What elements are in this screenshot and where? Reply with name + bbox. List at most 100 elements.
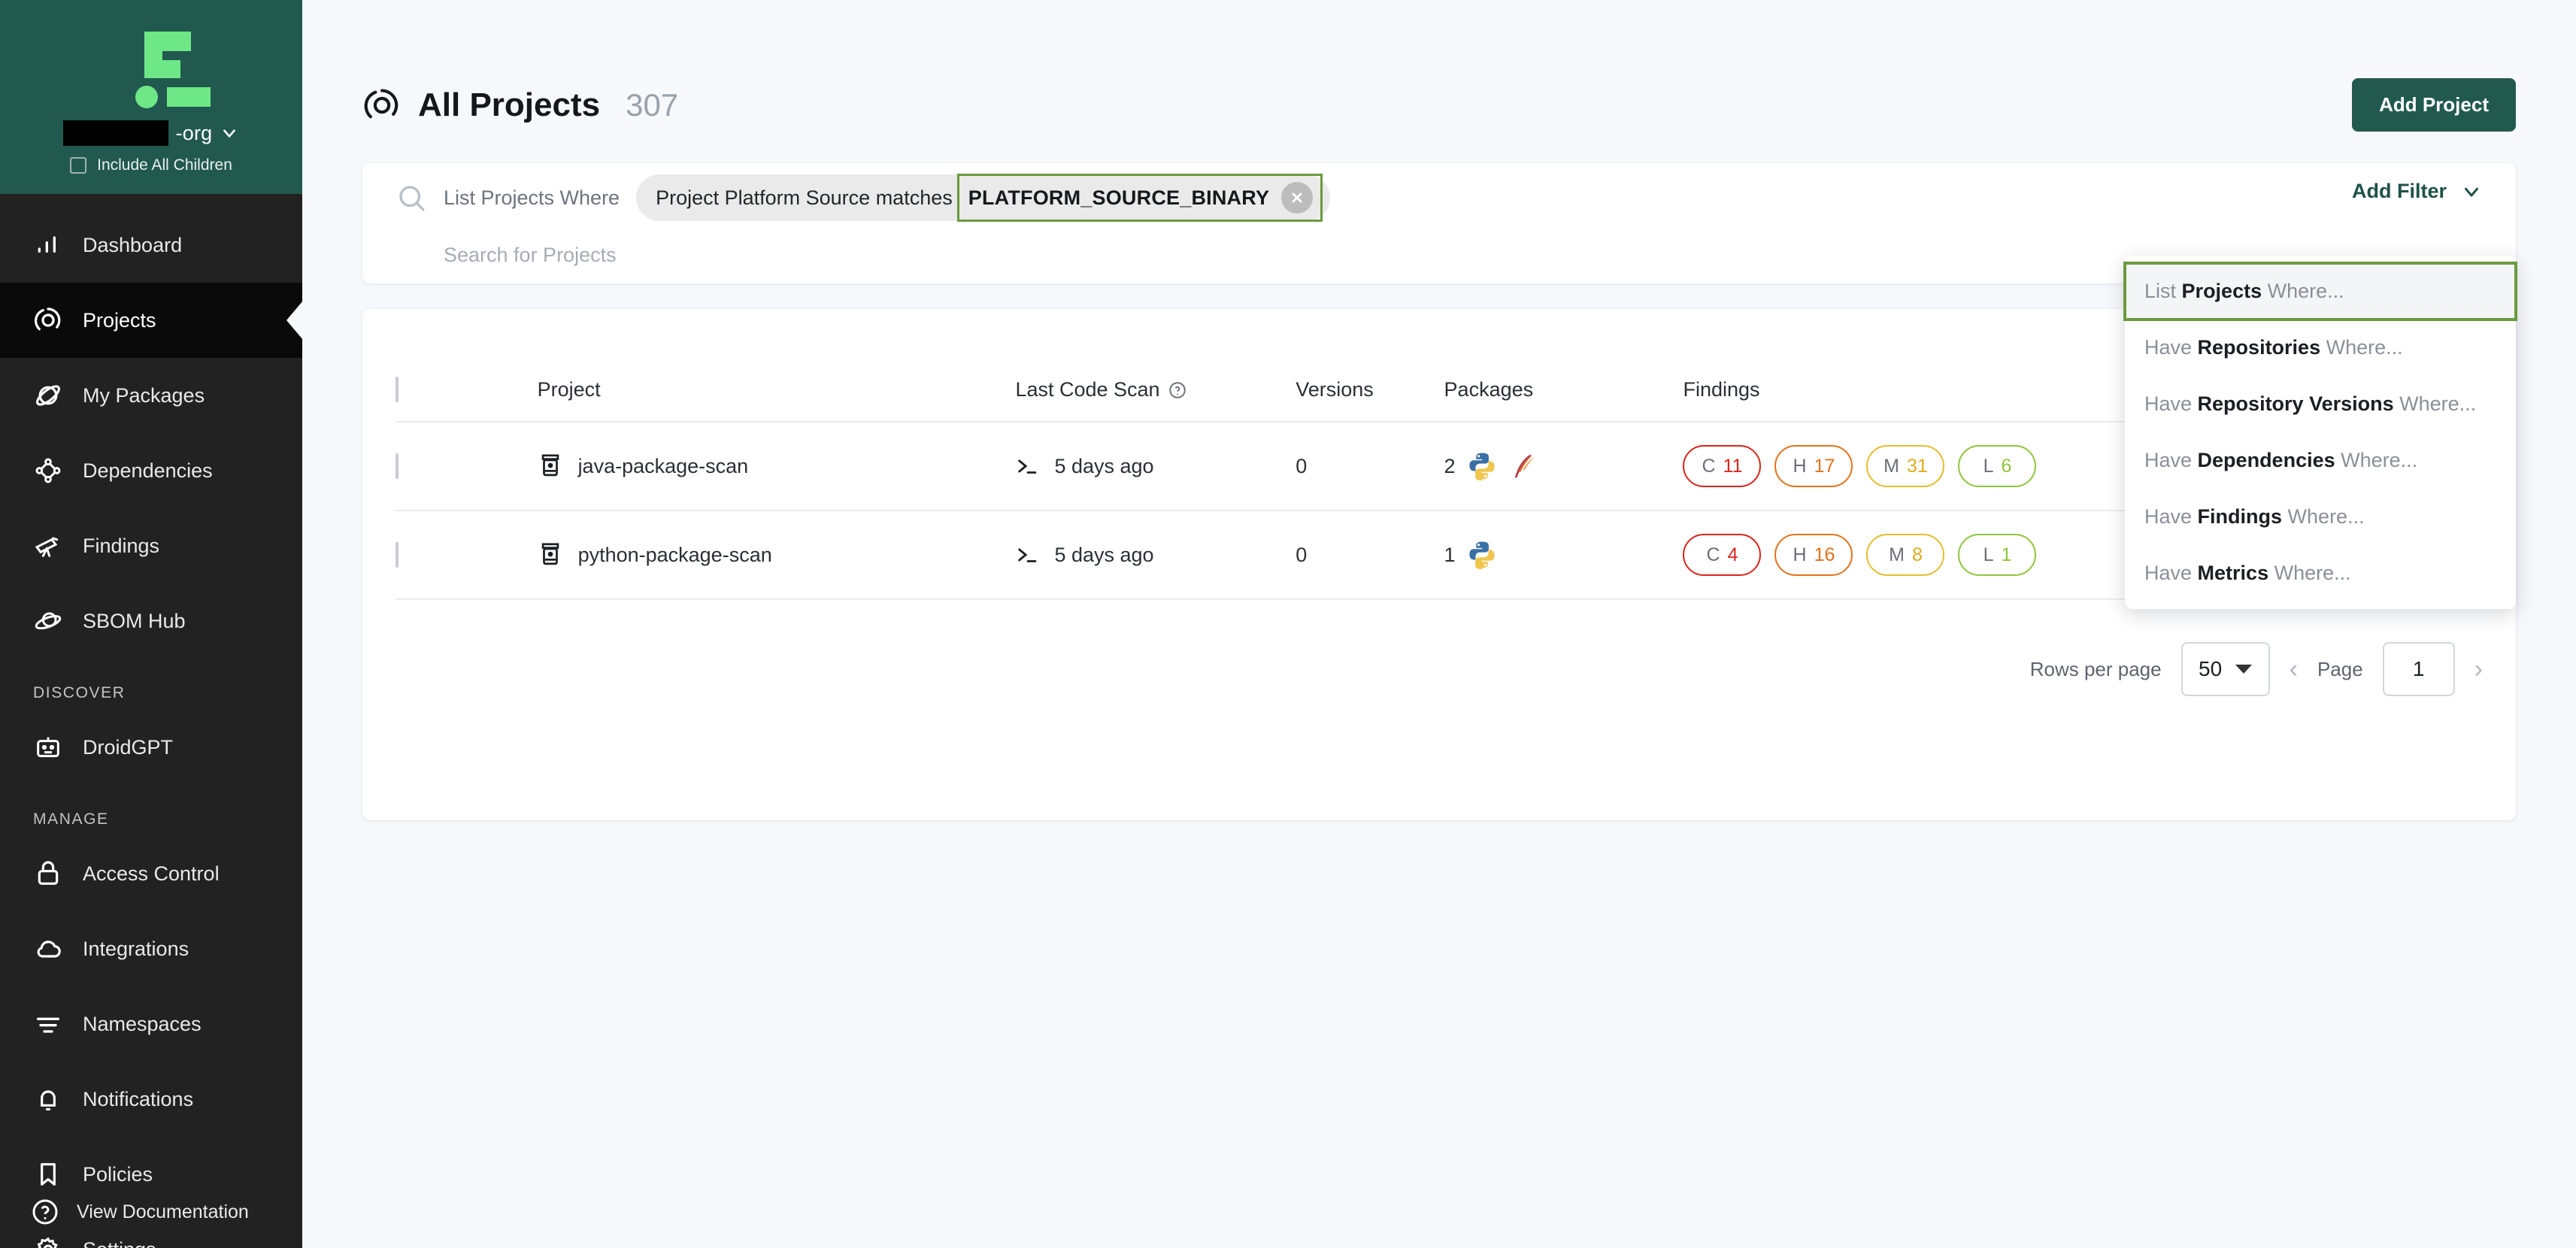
- help-circle-icon[interactable]: [1168, 380, 1187, 400]
- column-header-findings: Findings: [1683, 309, 2162, 423]
- sidebar-item-label: SBOM Hub: [83, 609, 186, 632]
- filter-chip-value-highlight[interactable]: PLATFORM_SOURCE_BINARY: [956, 174, 1323, 222]
- rows-per-page-select[interactable]: 50: [2181, 642, 2270, 696]
- include-all-children-label: Include All Children: [97, 156, 232, 174]
- bar-chart-icon: [33, 230, 63, 260]
- row-status-cell: [466, 422, 538, 511]
- severity-badge-low[interactable]: L1: [1958, 534, 2037, 576]
- filter-chip[interactable]: Project Platform Source matches PLATFORM…: [636, 174, 1331, 222]
- filter-prefix-label: List Projects Where: [444, 186, 620, 209]
- sidebar-item-label: Dependencies: [83, 459, 213, 482]
- next-page-button[interactable]: ›: [2474, 656, 2483, 682]
- sidebar-item-findings[interactable]: Findings: [0, 508, 302, 583]
- sidebar-item-label: DroidGPT: [83, 735, 174, 759]
- project-name-link[interactable]: java-package-scan: [578, 455, 749, 478]
- sidebar-item-dashboard[interactable]: Dashboard: [0, 207, 302, 283]
- add-filter-dropdown: List Projects Where... Have Repositories…: [2123, 256, 2517, 609]
- spiral-projects-icon: [33, 305, 63, 335]
- sidebar-header: -org Include All Children: [0, 0, 302, 194]
- row-last-code-scan-cell: 5 days ago: [1015, 510, 1296, 600]
- spiral-projects-icon: [364, 88, 399, 118]
- sidebar-nav: Dashboard Projects My Packages Dependenc…: [0, 194, 302, 1248]
- dropdown-item-have-repository-versions[interactable]: Have Repository Versions Where...: [2125, 376, 2516, 432]
- severity-badge-critical[interactable]: C4: [1683, 534, 1762, 576]
- row-findings-cell: C 11 H 17 M 31 L6: [1683, 422, 2162, 511]
- sidebar-item-label: Projects: [83, 308, 156, 332]
- severity-badge-medium[interactable]: M 31: [1866, 445, 1945, 487]
- sidebar-section-manage: MANAGE: [33, 810, 109, 828]
- dropdown-item-have-metrics[interactable]: Have Metrics Where...: [2125, 545, 2516, 601]
- nodes-icon: [33, 456, 63, 486]
- select-all-checkbox[interactable]: [395, 377, 399, 402]
- sidebar-item-label: Findings: [83, 534, 160, 557]
- row-findings-cell: C4 H 16 M8 L1: [1683, 510, 2162, 600]
- severity-badge-medium[interactable]: M8: [1866, 534, 1945, 576]
- select-all-header: [395, 309, 467, 423]
- dropdown-item-have-dependencies[interactable]: Have Dependencies Where...: [2125, 432, 2516, 489]
- terminal-icon: [1018, 459, 1037, 474]
- row-select-cell: [395, 510, 467, 600]
- org-name-suffix: -org: [175, 121, 213, 144]
- column-header-packages: Packages: [1444, 309, 1683, 423]
- packages-count: 1: [1444, 543, 1456, 566]
- search-icon: [399, 186, 425, 211]
- sidebar-item-label: Access Control: [83, 862, 220, 885]
- sidebar-footer-label: View Documentation: [77, 1201, 249, 1222]
- dropdown-item-have-repositories[interactable]: Have Repositories Where...: [2125, 320, 2516, 376]
- saturn-icon: [33, 606, 63, 636]
- row-checkbox[interactable]: [395, 541, 399, 568]
- severity-badge-critical[interactable]: C 11: [1683, 445, 1762, 487]
- page-title: All Projects: [418, 86, 601, 123]
- severity-badge-low[interactable]: L6: [1958, 445, 2037, 487]
- chevron-down-icon: [223, 129, 236, 138]
- column-header-project: Project: [537, 309, 1016, 423]
- question-circle-icon: [30, 1197, 60, 1227]
- add-filter-button[interactable]: Add Filter: [2352, 180, 2483, 203]
- sidebar-section-discover: DISCOVER: [33, 684, 126, 701]
- severity-badge-high[interactable]: H 16: [1774, 534, 1853, 576]
- row-checkbox[interactable]: [395, 453, 399, 479]
- prev-page-button[interactable]: ‹: [2290, 656, 2298, 682]
- sidebar-item-notifications[interactable]: Notifications: [0, 1062, 302, 1137]
- chevron-down-icon: [2465, 187, 2478, 196]
- severity-badge-high[interactable]: H 17: [1774, 445, 1853, 487]
- bell-icon: [33, 1084, 63, 1114]
- sidebar-item-integrations[interactable]: Integrations: [0, 911, 302, 986]
- sidebar-item-view-documentation[interactable]: View Documentation: [0, 1176, 302, 1248]
- include-all-children-checkbox[interactable]: [70, 157, 87, 174]
- sidebar-item-label: Notifications: [83, 1087, 194, 1110]
- row-select-cell: [395, 422, 467, 511]
- findings-badges: C 11 H 17 M 31 L6: [1683, 445, 2161, 487]
- sidebar-item-namespaces[interactable]: Namespaces: [0, 986, 302, 1062]
- findings-badges: C4 H 16 M8 L1: [1683, 534, 2161, 576]
- pagination: Rows per page 50 ‹ Page 1 ›: [395, 600, 2483, 696]
- search-input[interactable]: Search for Projects: [444, 244, 617, 267]
- sidebar-item-droidgpt[interactable]: DroidGPT: [0, 710, 302, 785]
- sidebar-item-projects[interactable]: Projects: [0, 283, 302, 358]
- sidebar-item-sbom-hub[interactable]: SBOM Hub: [0, 583, 302, 659]
- container-icon: [541, 543, 559, 565]
- app-root: -org Include All Children Dashboard Proj…: [0, 0, 2576, 1248]
- org-switcher[interactable]: -org: [62, 120, 240, 146]
- sidebar-item-label: Namespaces: [83, 1012, 202, 1035]
- robot-icon: [33, 732, 63, 762]
- app-logo: [110, 26, 211, 108]
- add-project-button[interactable]: Add Project: [2352, 78, 2516, 132]
- close-circle-icon[interactable]: [1281, 182, 1314, 214]
- sidebar-item-my-packages[interactable]: My Packages: [0, 358, 302, 433]
- sidebar-item-dependencies[interactable]: Dependencies: [0, 433, 302, 508]
- filter-query-row: List Projects Where Project Platform Sou…: [395, 163, 2483, 232]
- column-header-last-code-scan: Last Code Scan: [1015, 309, 1296, 423]
- dropdown-item-have-findings[interactable]: Have Findings Where...: [2125, 489, 2516, 545]
- page-label: Page: [2317, 657, 2363, 680]
- page-number-input[interactable]: 1: [2382, 642, 2455, 696]
- packages-count: 2: [1444, 454, 1456, 477]
- rows-per-page-label: Rows per page: [2029, 657, 2162, 680]
- row-versions-cell: 0: [1296, 422, 1444, 511]
- include-all-children-toggle[interactable]: Include All Children: [70, 156, 232, 174]
- dropdown-item-list-projects[interactable]: List Projects Where...: [2123, 262, 2517, 321]
- sidebar-item-access-control[interactable]: Access Control: [0, 836, 302, 911]
- project-name-link[interactable]: python-package-scan: [578, 544, 772, 567]
- terminal-icon: [1018, 548, 1037, 562]
- chevron-down-icon: [2235, 665, 2253, 674]
